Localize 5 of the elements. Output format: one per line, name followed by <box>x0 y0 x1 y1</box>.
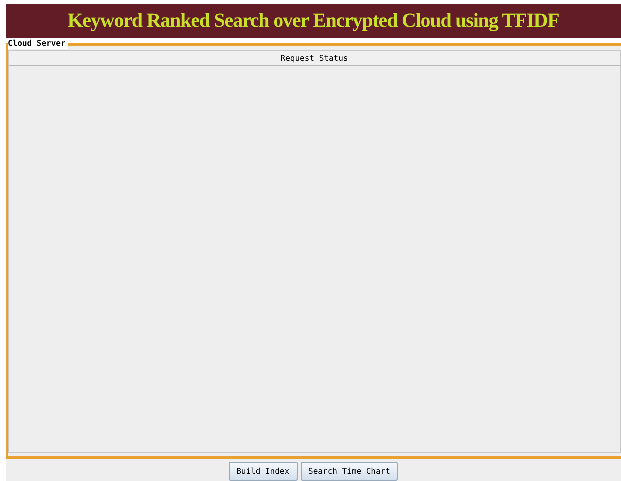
action-button[interactable]: Build Index <box>228 462 298 481</box>
panel-title: Cloud Server <box>8 39 68 49</box>
action-button[interactable]: Search Time Chart <box>300 462 398 481</box>
column-header: Request Status <box>280 54 348 62</box>
app-title: Keyword Ranked Search over Encrypted Cloud using TFIDF <box>68 10 560 32</box>
